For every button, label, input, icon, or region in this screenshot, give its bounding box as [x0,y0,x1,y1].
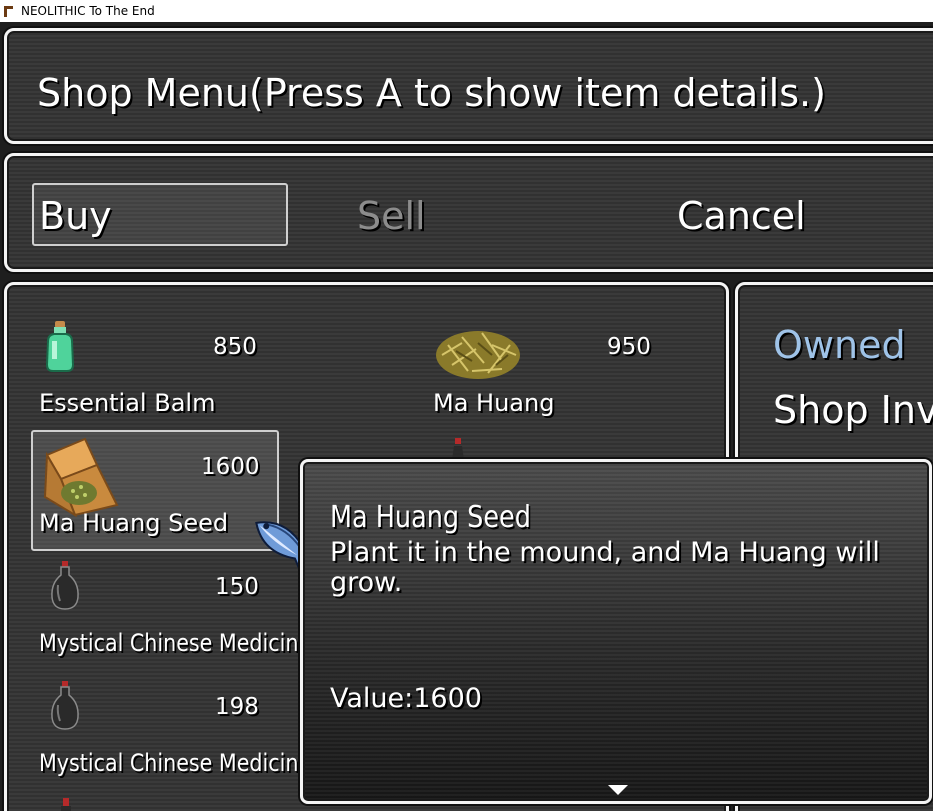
item-name: Ma Huang [433,389,555,417]
detail-item-name: Ma Huang Seed [330,500,531,535]
detail-description: Plant it in the mound, and Ma Huang will… [330,537,880,598]
buy-command[interactable]: Buy [39,194,112,238]
item-price: 850 [213,334,257,360]
green-bottle-icon [45,321,75,372]
app-icon [3,5,15,18]
game-screen: Shop Menu(Press A to show item details.)… [0,22,933,811]
owned-label: Owned [773,323,906,367]
gourd-cap-icon [61,798,71,811]
sell-command[interactable]: Sell [357,194,426,238]
shop-inventory-label: Shop Inve [773,388,933,432]
help-text: Shop Menu(Press A to show item details.) [37,71,826,115]
help-window: Shop Menu(Press A to show item details.) [4,28,933,144]
item-price: 950 [607,334,651,360]
gourd-cap-icon [452,438,464,460]
command-window: Buy Sell Cancel [4,153,933,272]
item-name: Mystical Chinese Medicine [39,749,312,777]
detail-value: Value:1600 [330,683,482,714]
herb-pile-icon [436,331,520,379]
seed-sack-icon [43,437,119,517]
item-name: Ma Huang Seed [39,509,229,537]
window-titlebar: NEOLITHIC To The End [0,0,933,22]
black-gourd-icon [51,561,79,610]
item-price: 198 [215,694,259,720]
cancel-command[interactable]: Cancel [677,194,806,238]
item-name: Essential Balm [39,389,216,417]
item-price: 1600 [201,454,260,480]
item-name: Mystical Chinese Medicine [39,629,312,657]
window-title: NEOLITHIC To The End [21,4,155,18]
item-detail-window: Ma Huang Seed Plant it in the mound, and… [300,459,932,804]
scroll-down-arrow-icon[interactable] [608,785,628,795]
black-gourd-icon [51,681,79,730]
